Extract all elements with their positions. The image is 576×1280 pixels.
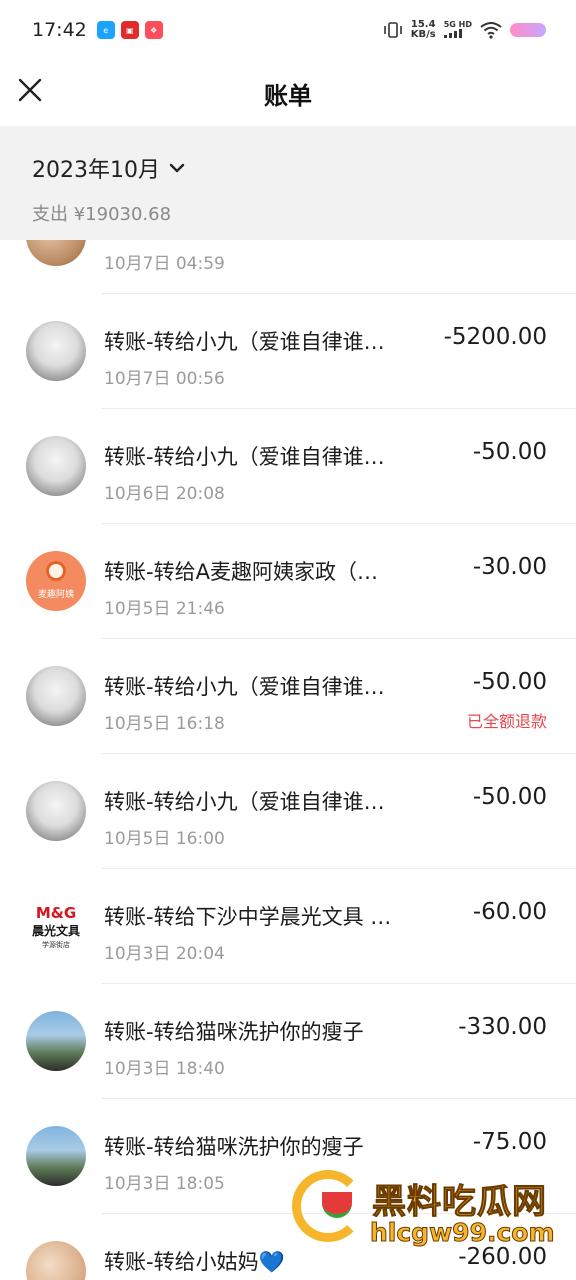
refund-status: 已全额退款 bbox=[466, 712, 547, 731]
transaction-title: 转账-转给猫咪洗护你的瘦子 bbox=[104, 1020, 364, 1044]
status-time: 17:42 bbox=[32, 19, 87, 41]
transaction-row[interactable]: M&G 晨光文具 学源街店 转账-转给下沙中学晨光文具 … 10月3日 20:0… bbox=[0, 869, 576, 984]
transaction-row[interactable]: 转账-转给猫咪洗护你的瘦子 10月3日 18:05 -75.00 bbox=[0, 1099, 576, 1214]
transaction-title: 转账-转给小九（爱谁自律谁… bbox=[104, 445, 385, 469]
app-store-icon: ▣ bbox=[120, 21, 139, 39]
transaction-time: 10月3日 18:05 bbox=[104, 1174, 225, 1194]
transaction-time: 10月3日 20:04 bbox=[104, 944, 225, 964]
status-app-icons: e ▣ ❖ bbox=[96, 21, 163, 39]
month-selector[interactable]: 2023年10月 bbox=[32, 152, 576, 184]
avatar bbox=[26, 321, 86, 381]
status-bar: 17:42 e ▣ ❖ 15.4 KB/s 5G HD bbox=[0, 0, 576, 60]
avatar bbox=[26, 781, 86, 841]
avatar bbox=[26, 1241, 86, 1280]
network-type: 5G HD bbox=[443, 20, 472, 40]
nav-bar: 账单 bbox=[0, 60, 576, 126]
avatar bbox=[26, 436, 86, 496]
transaction-title: 转账-转给小九（爱谁自律谁… bbox=[104, 330, 385, 354]
transaction-amount: -330.00 bbox=[458, 1014, 547, 1040]
transaction-title: 转账-转给小姑妈💙 bbox=[104, 1250, 285, 1274]
transaction-time: 10月7日 04:59 bbox=[104, 254, 225, 274]
avatar bbox=[26, 240, 86, 266]
mg-tag: 学源街店 bbox=[42, 941, 70, 949]
wifi-icon bbox=[480, 22, 502, 39]
transaction-time: 10月7日 00:56 bbox=[104, 369, 225, 389]
vibrate-icon bbox=[383, 22, 402, 38]
transaction-amount: -50.00 bbox=[472, 784, 547, 810]
transaction-title: 转账-转给猫咪洗护你的瘦子 bbox=[104, 1135, 364, 1159]
status-right: 15.4 KB/s 5G HD bbox=[383, 20, 546, 40]
transaction-amount: -30.00 bbox=[472, 554, 547, 580]
transaction-amount: -50.00 bbox=[472, 669, 547, 695]
transaction-title: 转账-转给小九（爱谁自律谁… bbox=[104, 790, 385, 814]
close-button[interactable] bbox=[14, 74, 46, 106]
avatar: M&G 晨光文具 学源街店 bbox=[26, 896, 86, 956]
transaction-amount: -50.00 bbox=[472, 439, 547, 465]
transaction-row[interactable]: 转账-转给小九（爱谁自律谁… 10月6日 20:08 -50.00 bbox=[0, 409, 576, 524]
transaction-time: 10月5日 16:18 bbox=[104, 714, 225, 734]
transaction-amount: -260.00 bbox=[458, 1244, 547, 1270]
net-speed-unit: KB/s bbox=[410, 29, 436, 40]
transaction-amount: -60.00 bbox=[472, 899, 547, 925]
transaction-amount: -5200.00 bbox=[443, 324, 547, 350]
transaction-time: 10月3日 18:40 bbox=[104, 1059, 225, 1079]
transaction-amount: -75.00 bbox=[472, 1129, 547, 1155]
transaction-title: 转账-转给A麦趣阿姨家政（… bbox=[104, 560, 378, 584]
transaction-time: 10月5日 16:00 bbox=[104, 829, 225, 849]
battery-icon bbox=[510, 23, 546, 37]
month-summary: 2023年10月 支出 ¥19030.68 bbox=[0, 126, 576, 240]
network-type-label: 5G HD bbox=[443, 20, 472, 29]
transaction-title: 转账-转给小九（爱谁自律谁… bbox=[104, 675, 385, 699]
bread-icon bbox=[46, 561, 66, 581]
transaction-title: 转账-转给下沙中学晨光文具 … bbox=[104, 905, 392, 929]
transaction-time: 10月5日 21:46 bbox=[104, 599, 225, 619]
transaction-row[interactable]: 转账-转给小姑妈💙 -260.00 bbox=[0, 1214, 576, 1280]
transaction-row[interactable]: 10月7日 04:59 bbox=[0, 240, 576, 294]
transaction-row[interactable]: 转账-转给猫咪洗护你的瘦子 10月3日 18:40 -330.00 bbox=[0, 984, 576, 1099]
close-icon bbox=[18, 78, 42, 102]
app-e-icon: e bbox=[96, 21, 115, 39]
month-label: 2023年10月 bbox=[32, 158, 160, 183]
transaction-row[interactable]: 转账-转给小九（爱谁自律谁… 10月7日 00:56 -5200.00 bbox=[0, 294, 576, 409]
avatar-caption: 麦趣阿姨 bbox=[37, 590, 74, 600]
page-title: 账单 bbox=[264, 81, 312, 110]
mg-subtitle: 晨光文具 bbox=[31, 924, 80, 938]
app-shop-icon: ❖ bbox=[144, 21, 163, 39]
signal-icon bbox=[443, 29, 462, 38]
transaction-list: 10月7日 04:59 转账-转给小九（爱谁自律谁… 10月7日 00:56 -… bbox=[0, 240, 576, 1280]
transaction-time: 10月6日 20:08 bbox=[104, 484, 225, 504]
transaction-row[interactable]: 转账-转给小九（爱谁自律谁… 10月5日 16:18 -50.00 已全额退款 bbox=[0, 639, 576, 754]
expense-total: 支出 ¥19030.68 bbox=[32, 204, 172, 225]
avatar bbox=[26, 666, 86, 726]
chevron-down-icon bbox=[169, 163, 185, 173]
transaction-row[interactable]: 麦趣阿姨 转账-转给A麦趣阿姨家政（… 10月5日 21:46 -30.00 bbox=[0, 524, 576, 639]
avatar bbox=[26, 1126, 86, 1186]
net-speed: 15.4 KB/s bbox=[411, 20, 436, 40]
avatar: 麦趣阿姨 bbox=[26, 551, 86, 611]
transaction-row[interactable]: 转账-转给小九（爱谁自律谁… 10月5日 16:00 -50.00 bbox=[0, 754, 576, 869]
avatar bbox=[26, 1011, 86, 1071]
mg-logo: M&G bbox=[35, 904, 77, 922]
